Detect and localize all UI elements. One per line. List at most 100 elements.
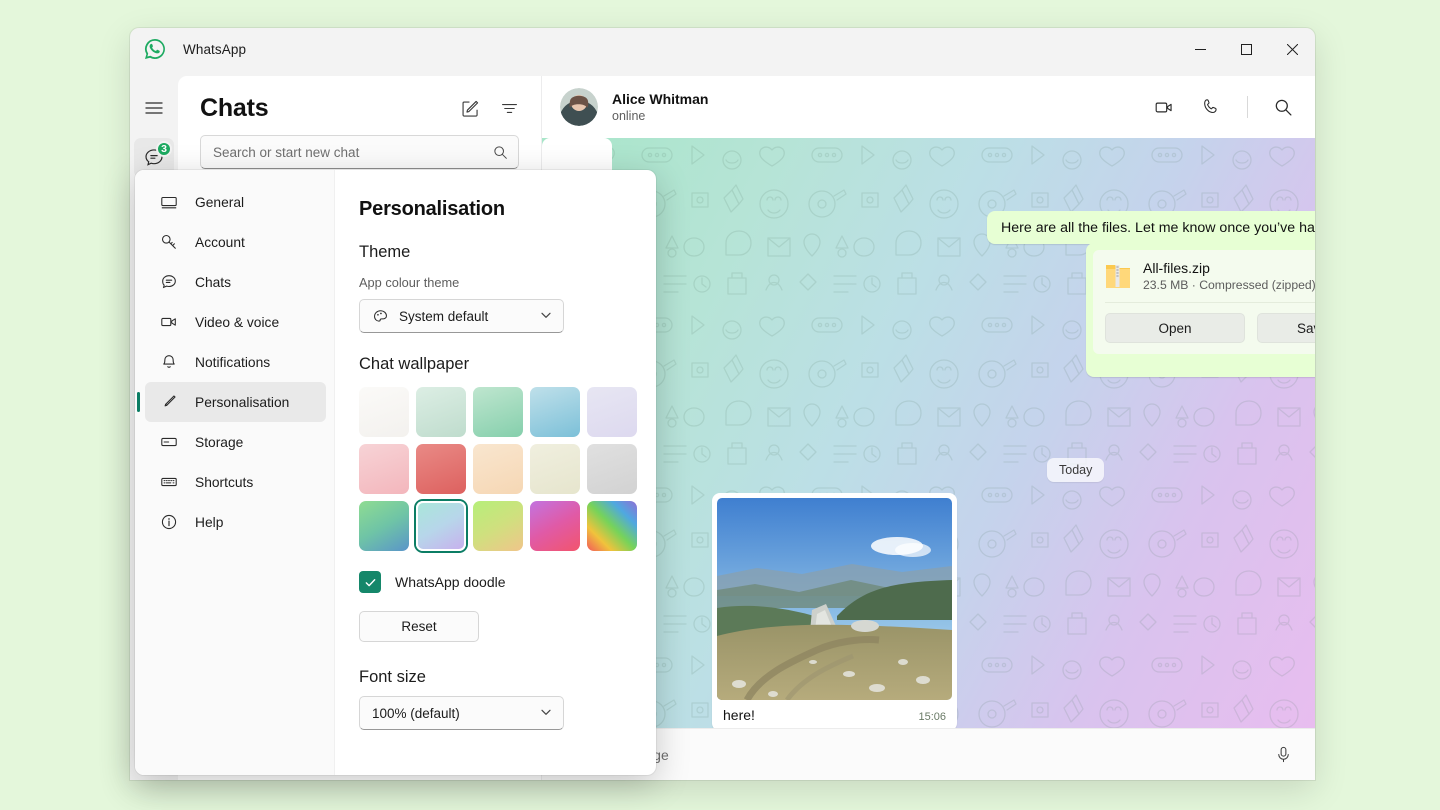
- wallpaper-swatch-green[interactable]: [473, 387, 523, 437]
- settings-content: Personalisation Theme App colour theme S…: [335, 170, 656, 775]
- sidebar-item-storage[interactable]: Storage: [145, 422, 326, 462]
- chat-bubble-icon: [159, 273, 179, 291]
- sidebar-item-account[interactable]: Account: [145, 222, 326, 262]
- search-icon: [1274, 98, 1293, 117]
- conversation-header: Alice Whitman online: [542, 76, 1315, 138]
- page-title: Chats: [200, 94, 268, 123]
- new-chat-icon: [461, 99, 480, 118]
- doodle-checkbox[interactable]: [359, 571, 381, 593]
- key-icon: [159, 233, 179, 251]
- sidebar-item-label: Personalisation: [195, 395, 289, 410]
- contact-name: Alice Whitman: [612, 91, 708, 107]
- sidebar-item-label: Chats: [195, 275, 231, 290]
- video-call-button[interactable]: [1154, 97, 1175, 118]
- wallpaper-swatch-rainbow[interactable]: [587, 501, 637, 551]
- info-icon: [159, 513, 179, 531]
- filter-icon: [500, 99, 519, 118]
- sidebar-item-label: Help: [195, 515, 223, 530]
- wallpaper-swatch-grey[interactable]: [587, 444, 637, 494]
- sidebar-item-label: Account: [195, 235, 245, 250]
- photo-message-bubble[interactable]: here! 15:06: [712, 493, 957, 728]
- search-conversation-button[interactable]: [1274, 98, 1293, 117]
- settings-dialog: General Account Chats Video & voice Noti: [135, 170, 656, 775]
- file-card: All-files.zip 23.5 MB · Compressed (zipp…: [1093, 250, 1315, 354]
- settings-nav: General Account Chats Video & voice Noti: [135, 170, 335, 775]
- video-call-icon: [1154, 97, 1175, 118]
- sidebar-item-notifications[interactable]: Notifications: [145, 342, 326, 382]
- photo-caption: here!: [723, 707, 755, 723]
- settings-page-title: Personalisation: [359, 198, 626, 221]
- message-bubble[interactable]: Here are all the files. Let me know once…: [987, 211, 1315, 244]
- save-as-button[interactable]: Save as...: [1257, 313, 1315, 343]
- wallpaper-swatch-red[interactable]: [416, 444, 466, 494]
- theme-heading: Theme: [359, 243, 626, 262]
- whatsapp-logo-icon: [143, 37, 167, 61]
- sidebar-item-general[interactable]: General: [145, 182, 326, 222]
- wallpaper-swatch-lavender[interactable]: [587, 387, 637, 437]
- message-time: 15:06: [918, 711, 946, 723]
- video-camera-icon: [159, 313, 179, 331]
- minimize-button[interactable]: [1177, 28, 1223, 70]
- sidebar-item-shortcuts[interactable]: Shortcuts: [145, 462, 326, 502]
- message-composer: [542, 728, 1315, 780]
- sidebar-item-personalisation[interactable]: Personalisation: [145, 382, 326, 422]
- wallpaper-swatch-pink[interactable]: [359, 444, 409, 494]
- doodle-label: WhatsApp doodle: [395, 574, 506, 590]
- sidebar-item-chats[interactable]: Chats: [145, 262, 326, 302]
- sidebar-item-label: Video & voice: [195, 315, 279, 330]
- message-list: Here are all the files. Let me know once…: [542, 138, 1315, 728]
- message-input[interactable]: [566, 747, 1274, 763]
- contact-presence: online: [612, 109, 708, 123]
- file-message-bubble[interactable]: All-files.zip 23.5 MB · Compressed (zipp…: [1086, 243, 1315, 377]
- file-meta: 23.5 MB · Compressed (zipped) Folder: [1143, 278, 1315, 292]
- chats-unread-badge: 3: [156, 141, 172, 157]
- file-name: All-files.zip: [1143, 260, 1315, 276]
- open-file-button[interactable]: Open: [1105, 313, 1245, 343]
- bell-icon: [159, 353, 179, 371]
- font-size-select[interactable]: 100% (default): [359, 696, 564, 730]
- date-divider: Today: [1047, 458, 1104, 482]
- filter-chats-button[interactable]: [500, 99, 519, 118]
- search-input[interactable]: [213, 145, 493, 160]
- close-button[interactable]: [1269, 28, 1315, 70]
- sidebar-item-video-voice[interactable]: Video & voice: [145, 302, 326, 342]
- wallpaper-swatch-magenta[interactable]: [530, 501, 580, 551]
- monitor-icon: [159, 193, 179, 211]
- maximize-icon: [1241, 44, 1252, 55]
- chat-list-header: Chats: [178, 76, 541, 123]
- chevron-down-icon: [540, 706, 552, 721]
- wallpaper-swatch-mint-lilac[interactable]: [416, 501, 466, 551]
- close-icon: [1287, 44, 1298, 55]
- wallpaper-swatch-lime-peach[interactable]: [473, 501, 523, 551]
- minimize-icon: [1195, 44, 1206, 55]
- wallpaper-swatch-green-blue[interactable]: [359, 501, 409, 551]
- search-icon: [493, 145, 508, 160]
- zip-folder-icon: [1105, 261, 1131, 291]
- wallpaper-swatch-peach[interactable]: [473, 444, 523, 494]
- search-box[interactable]: [200, 135, 519, 169]
- app-colour-theme-select[interactable]: System default: [359, 299, 564, 333]
- sidebar-item-help[interactable]: Help: [145, 502, 326, 542]
- sidebar-item-label: General: [195, 195, 244, 210]
- wallpaper-swatch-blue[interactable]: [530, 387, 580, 437]
- font-size-heading: Font size: [359, 668, 626, 687]
- maximize-button[interactable]: [1223, 28, 1269, 70]
- app-title: WhatsApp: [183, 42, 246, 57]
- menu-button[interactable]: [134, 88, 174, 128]
- theme-field-label: App colour theme: [359, 275, 626, 290]
- mountain-ridge-photo: [717, 498, 952, 700]
- palette-icon: [372, 308, 389, 325]
- whatsapp-doodle-row[interactable]: WhatsApp doodle: [359, 571, 626, 593]
- voice-call-button[interactable]: [1201, 97, 1221, 117]
- wallpaper-swatch-pale-mint[interactable]: [416, 387, 466, 437]
- sidebar-item-label: Notifications: [195, 355, 270, 370]
- new-chat-button[interactable]: [461, 99, 480, 118]
- keyboard-icon: [159, 473, 179, 491]
- wallpaper-swatch-off-white[interactable]: [359, 387, 409, 437]
- avatar[interactable]: [560, 88, 598, 126]
- wallpaper-swatch-grid: [359, 387, 626, 551]
- chevron-down-icon: [540, 309, 552, 324]
- wallpaper-swatch-cream[interactable]: [530, 444, 580, 494]
- reset-button[interactable]: Reset: [359, 611, 479, 642]
- voice-message-button[interactable]: [1274, 745, 1293, 764]
